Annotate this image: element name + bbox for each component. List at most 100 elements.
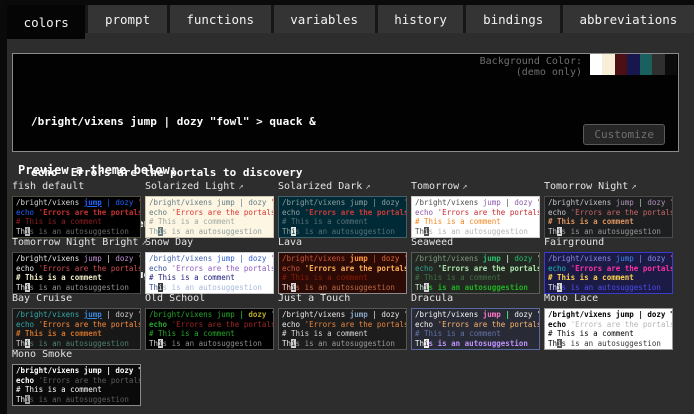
theme-card-tomorrow-night-bright[interactable]: Tomorrow Night Bright↗ /bright/vixens ju… [12,237,141,293]
theme-line-comment: # This is a comment [16,385,137,395]
theme-line-echo: echo 'Errors are the portals to discover… [415,320,536,330]
theme-terminal-preview[interactable]: /bright/vixens jump | dozy "fowl" > quac… [544,196,673,238]
theme-card-tomorrow[interactable]: Tomorrow↗ /bright/vixens jump | dozy "fo… [411,181,540,237]
theme-terminal-preview[interactable]: /bright/vixens jump | dozy "fowl" > quac… [278,252,407,294]
background-color-swatch-0[interactable] [590,54,603,75]
code-segment-string: 'Errors are the portals to discovery [438,264,540,273]
theme-card-tomorrow-night[interactable]: Tomorrow Night↗ /bright/vixens jump | do… [544,181,673,237]
tab-prompt[interactable]: prompt [88,5,166,33]
code-segment-auto-prefix: Th [16,283,25,292]
code-segment-auto-suffix: s is an autosuggestion [429,283,528,292]
background-color-swatch-6[interactable] [665,54,678,75]
tab-abbreviations[interactable]: abbreviations [563,5,694,33]
theme-card-snow-day[interactable]: Snow Day /bright/vixens jump | dozy "fow… [145,237,274,293]
tab-functions[interactable]: functions [170,5,271,33]
background-color-swatch-5[interactable] [652,54,665,75]
theme-card-solarized-dark[interactable]: Solarized Dark↗ /bright/vixens jump | do… [278,181,407,237]
code-segment-auto-prefix: Th [149,283,158,292]
theme-terminal-preview[interactable]: /bright/vixens jump | dozy "fowl" > quac… [145,196,274,238]
code-segment-string: 'Errors are the portals to discovery [571,320,673,329]
external-link-icon[interactable]: ↗ [238,182,243,192]
code-segment-path: /bright/vixens [415,310,478,319]
code-segment-quote: "fowl" > quack & [537,198,540,207]
theme-terminal-preview[interactable]: /bright/vixens jump | dozy "fowl" > quac… [411,196,540,238]
theme-title-text: Mono Lace [544,293,598,304]
theme-terminal-preview[interactable]: /bright/vixens jump | dozy "fowl" > quac… [544,252,673,294]
theme-line-autosuggestion: This is an autosuggestion [415,283,536,293]
theme-card-fairground[interactable]: Fairground /bright/vixens jump | dozy "f… [544,237,673,293]
customize-button[interactable]: Customize [583,124,665,145]
theme-title-text: Just a Touch [278,293,350,304]
code-segment-command: jump [616,310,634,319]
external-link-icon[interactable]: ↗ [365,182,370,192]
theme-title-text: fish default [12,181,84,192]
theme-card-bay-cruise[interactable]: Bay Cruise /bright/vixens jump | dozy "f… [12,293,141,349]
theme-terminal-preview[interactable]: /bright/vixens jump | dozy "fowl" > quac… [12,364,141,406]
theme-card-seaweed[interactable]: Seaweed /bright/vixens jump | dozy "fowl… [411,237,540,293]
theme-title: Solarized Light↗ [145,181,274,194]
theme-line-autosuggestion: This is an autosuggestion [548,339,669,349]
tab-bindings[interactable]: bindings [466,5,559,33]
theme-terminal-preview[interactable]: /bright/vixens jump | dozy "fowl" > quac… [145,308,274,350]
theme-title-text: Solarized Dark [278,181,362,192]
code-segment-string: 'Errors are the portals to discovery [571,208,673,217]
background-color-swatch-4[interactable] [640,54,653,75]
theme-card-mono-smoke[interactable]: Mono Smoke /bright/vixens jump | dozy "f… [12,349,141,405]
background-color-swatch-1[interactable] [602,54,615,75]
tab-variables[interactable]: variables [274,5,375,33]
code-segment-command2: dozy [381,254,399,263]
theme-terminal-preview[interactable]: /bright/vixens jump | dozy "fowl" > quac… [278,308,407,350]
code-segment-auto-suffix: s is an autosuggestion [296,227,395,236]
theme-card-solarized-light[interactable]: Solarized Light↗ /bright/vixens jump | d… [145,181,274,237]
theme-line-echo: echo 'Errors are the portals to discover… [16,376,137,386]
code-segment-path: /bright/vixens [282,198,345,207]
code-segment-command: jump [616,254,634,263]
theme-card-fish-default[interactable]: fish default /bright/vixens jump | dozy … [12,181,141,237]
theme-terminal-preview[interactable]: /bright/vixens jump | dozy "fowl" > quac… [411,252,540,294]
external-link-icon[interactable]: ↗ [462,182,467,192]
background-color-label: Background Color: (demo only) [480,56,582,78]
theme-line-autosuggestion: This is an autosuggestion [282,339,403,349]
code-segment-command: jump [84,366,102,375]
theme-terminal-preview[interactable]: /bright/vixens jump | dozy "fowl" > quac… [12,196,141,238]
background-color-label-line2: (demo only) [480,67,582,78]
code-segment-auto-prefix: Th [16,339,25,348]
theme-terminal-preview[interactable]: /bright/vixens jump | dozy "fowl" > quac… [145,252,274,294]
external-link-icon[interactable]: ↗ [631,182,636,192]
theme-terminal-preview[interactable]: /bright/vixens jump | dozy "fowl" > quac… [278,196,407,238]
theme-terminal-preview[interactable]: /bright/vixens jump | dozy "fowl" > quac… [544,308,673,350]
code-segment-comment: # This is a comment [149,273,235,282]
background-color-swatch-3[interactable] [627,54,640,75]
code-segment-path: /bright/vixens [548,198,611,207]
tab-colors[interactable]: colors [7,5,85,39]
theme-line-autosuggestion: This is an autosuggestion [16,339,137,349]
code-segment-path: /bright/vixens [415,198,478,207]
theme-terminal-preview[interactable]: /bright/vixens jump | dozy "fowl" > quac… [12,252,141,294]
tab-bar: colors prompt functions variables histor… [7,5,694,33]
theme-terminal-preview[interactable]: /bright/vixens jump | dozy "fowl" > quac… [411,308,540,350]
theme-title: Tomorrow↗ [411,181,540,194]
theme-line-autosuggestion: This is an autosuggestion [16,283,137,293]
code-segment-pipe: | [505,310,510,319]
theme-line-echo: echo 'Errors are the portals to discover… [282,264,403,274]
background-color-swatch-2[interactable] [615,54,628,75]
theme-line-echo: echo 'Errors are the portals to discover… [282,320,403,330]
theme-card-old-school[interactable]: Old School /bright/vixens jump | dozy "f… [145,293,274,349]
theme-card-lava[interactable]: Lava /bright/vixens jump | dozy "fowl" >… [278,237,407,293]
code-segment-comment: # This is a comment [548,273,634,282]
theme-title-text: Fairground [544,237,604,248]
code-segment-command2: dozy [514,310,532,319]
code-segment-path: /bright/vixens [16,366,79,375]
theme-line-comment: # This is a comment [16,329,137,339]
tab-history[interactable]: history [378,5,464,33]
code-segment-auto-prefix: Th [16,395,25,404]
code-segment-pipe: | [505,254,510,263]
theme-card-just-a-touch[interactable]: Just a Touch /bright/vixens jump | dozy … [278,293,407,349]
code-segment-quote: "fowl" > quack & [404,310,407,319]
theme-terminal-preview[interactable]: /bright/vixens jump | dozy "fowl" > quac… [12,308,141,350]
code-segment-pipe: | [638,310,643,319]
theme-card-mono-lace[interactable]: Mono Lace /bright/vixens jump | dozy "fo… [544,293,673,349]
theme-title-text: Bay Cruise [12,293,72,304]
code-segment-echo: echo [548,320,566,329]
theme-card-dracula[interactable]: Dracula /bright/vixens jump | dozy "fowl… [411,293,540,349]
